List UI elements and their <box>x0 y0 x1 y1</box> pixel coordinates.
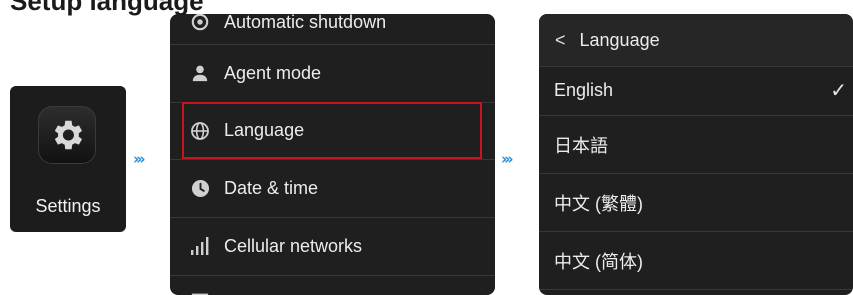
settings-app-label: Settings <box>35 196 101 216</box>
menu-item-label: Date & time <box>224 177 319 198</box>
back-icon[interactable]: < <box>555 30 566 51</box>
language-option-english[interactable]: English ✓ <box>539 66 853 116</box>
language-header: < Language <box>539 14 853 67</box>
menu-item-label: Agent mode <box>224 62 322 83</box>
language-option-label: 日本語 <box>554 135 608 156</box>
language-title: Language <box>579 29 660 50</box>
settings-menu-panel: Automatic shutdown Agent mode Language D… <box>170 14 495 295</box>
menu-item-label: Automatic shutdown <box>224 14 387 32</box>
gear-icon <box>38 106 96 164</box>
arrow-right-icon: ››› <box>133 150 145 168</box>
menu-item-date-time[interactable]: Date & time <box>170 159 495 218</box>
signal-bars-icon <box>190 236 210 256</box>
menu-item-language[interactable]: Language <box>170 102 495 160</box>
menu-item-automatic-shutdown[interactable]: Automatic shutdown <box>170 14 495 45</box>
clock-icon <box>190 178 210 198</box>
language-option-japanese[interactable]: 日本語 <box>539 116 853 174</box>
checkmark-icon: ✓ <box>830 80 847 102</box>
language-option-label: 中文 (繁體) <box>554 193 643 214</box>
language-option-traditional-chinese[interactable]: 中文 (繁體) <box>539 174 853 232</box>
language-panel: < Language English ✓ 日本語 中文 (繁體) 中文 (简体) <box>539 14 853 295</box>
language-option-label: English <box>554 80 614 100</box>
arrow-right-icon: ››› <box>501 150 513 168</box>
language-option-simplified-chinese[interactable]: 中文 (简体) <box>539 232 853 290</box>
menu-item-label: Cellular networks <box>224 235 363 256</box>
menu-item-agent-mode[interactable]: Agent mode <box>170 44 495 103</box>
menu-item-partial <box>170 275 495 295</box>
language-option-label: 中文 (简体) <box>554 251 643 272</box>
power-icon <box>190 14 210 32</box>
person-icon <box>190 63 210 83</box>
partial-icon <box>190 280 210 295</box>
menu-item-label: Language <box>224 120 305 140</box>
menu-item-cellular-networks[interactable]: Cellular networks <box>170 217 495 276</box>
settings-app-tile[interactable]: Settings <box>10 86 126 232</box>
globe-icon <box>190 121 210 141</box>
